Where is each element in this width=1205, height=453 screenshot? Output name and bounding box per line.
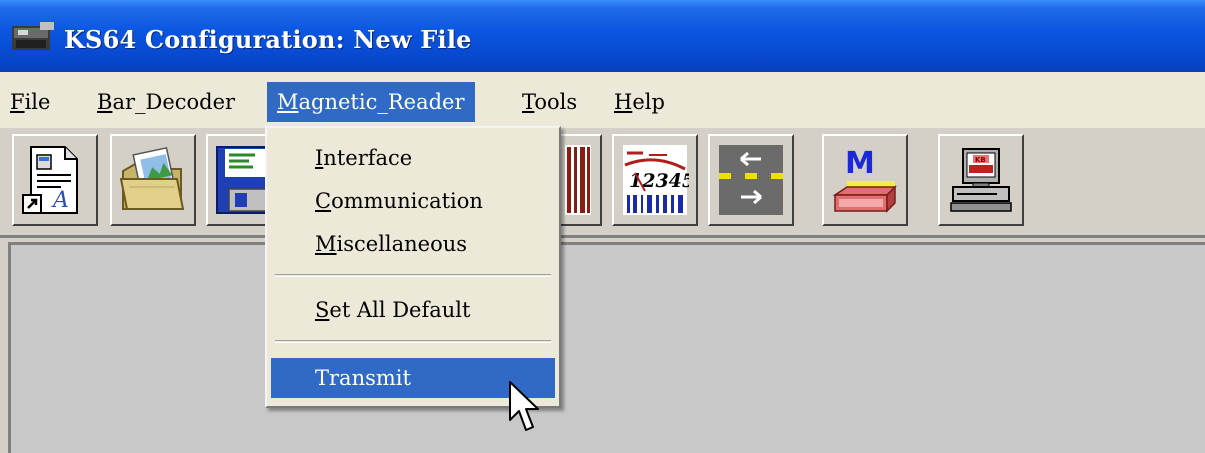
menu-help-label: elp xyxy=(632,90,665,114)
client-area[interactable] xyxy=(8,242,1205,453)
svg-text:A: A xyxy=(51,188,69,213)
ks64-app-icon[interactable] xyxy=(10,20,56,54)
magnetic-reader-button[interactable]: M xyxy=(822,134,908,226)
menu-item-set-all-default-mnemonic: S xyxy=(315,298,330,322)
menu-item-set-all-default[interactable]: Set All Default xyxy=(271,290,555,330)
menu-separator xyxy=(275,274,551,277)
transfer-button[interactable] xyxy=(708,134,794,226)
menu-tools[interactable]: Tools xyxy=(512,82,587,122)
app-window: KS64 Configuration: New File File Bar_De… xyxy=(0,0,1205,453)
magnetic-reader-icon: M xyxy=(832,146,897,213)
toolbar: A 12345 M KB xyxy=(0,128,1205,238)
menu-magnetic-reader-label: agnetic_Reader xyxy=(298,90,465,114)
terminal-button[interactable]: KB xyxy=(938,134,1024,226)
menu-item-interface-label: nterface xyxy=(323,146,413,170)
menu-item-miscellaneous[interactable]: Miscellaneous xyxy=(271,224,555,264)
menu-item-communication-mnemonic: C xyxy=(315,189,332,213)
menu-file-mnemonic: F xyxy=(10,90,25,114)
menu-item-miscellaneous-label: iscellaneous xyxy=(336,232,468,256)
menu-item-interface[interactable]: Interface xyxy=(271,138,555,178)
menu-tools-label: ools xyxy=(534,90,578,114)
menu-bar-decoder-mnemonic: B xyxy=(97,90,113,114)
menu-bar: File Bar_Decoder Magnetic_Reader Tools H… xyxy=(0,72,1205,128)
transfer-arrows-icon xyxy=(719,145,783,215)
menu-magnetic-reader-mnemonic: M xyxy=(277,90,299,114)
barcode-format-button[interactable]: 12345 xyxy=(612,134,698,226)
menu-tools-mnemonic: T xyxy=(522,90,535,114)
window-title: KS64 Configuration: New File xyxy=(64,25,472,54)
title-bar[interactable]: KS64 Configuration: New File xyxy=(0,0,1205,72)
mouse-pointer-icon xyxy=(509,381,539,431)
new-file-shortcut-icon: A xyxy=(22,146,78,214)
menu-file[interactable]: File xyxy=(0,82,60,122)
magnetic-reader-dropdown: Interface Communication Miscellaneous Se… xyxy=(265,126,561,408)
menu-item-transmit-label: Transmit xyxy=(315,366,411,390)
menu-item-miscellaneous-mnemonic: M xyxy=(315,232,337,256)
new-file-button[interactable]: A xyxy=(12,134,98,226)
barcode-12345-icon: 12345 xyxy=(623,145,689,215)
menu-magnetic-reader[interactable]: Magnetic_Reader xyxy=(267,82,475,122)
open-folder-icon xyxy=(119,147,185,210)
menu-item-communication[interactable]: Communication xyxy=(271,181,555,221)
terminal-computer-icon: KB xyxy=(950,148,1012,212)
svg-text:M: M xyxy=(845,146,875,181)
menu-help[interactable]: Help xyxy=(604,82,675,122)
menu-separator xyxy=(275,340,551,343)
open-file-button[interactable] xyxy=(110,134,196,226)
menu-item-set-all-default-label: et All Default xyxy=(329,298,471,322)
menu-bar-decoder[interactable]: Bar_Decoder xyxy=(87,82,245,122)
menu-file-label: ile xyxy=(24,90,51,114)
svg-text:KB: KB xyxy=(975,156,986,164)
menu-item-communication-label: ommunication xyxy=(331,189,483,213)
menu-help-mnemonic: H xyxy=(614,90,633,114)
menu-bar-decoder-label: ar_Decoder xyxy=(112,90,236,114)
svg-text:12345: 12345 xyxy=(629,170,689,192)
